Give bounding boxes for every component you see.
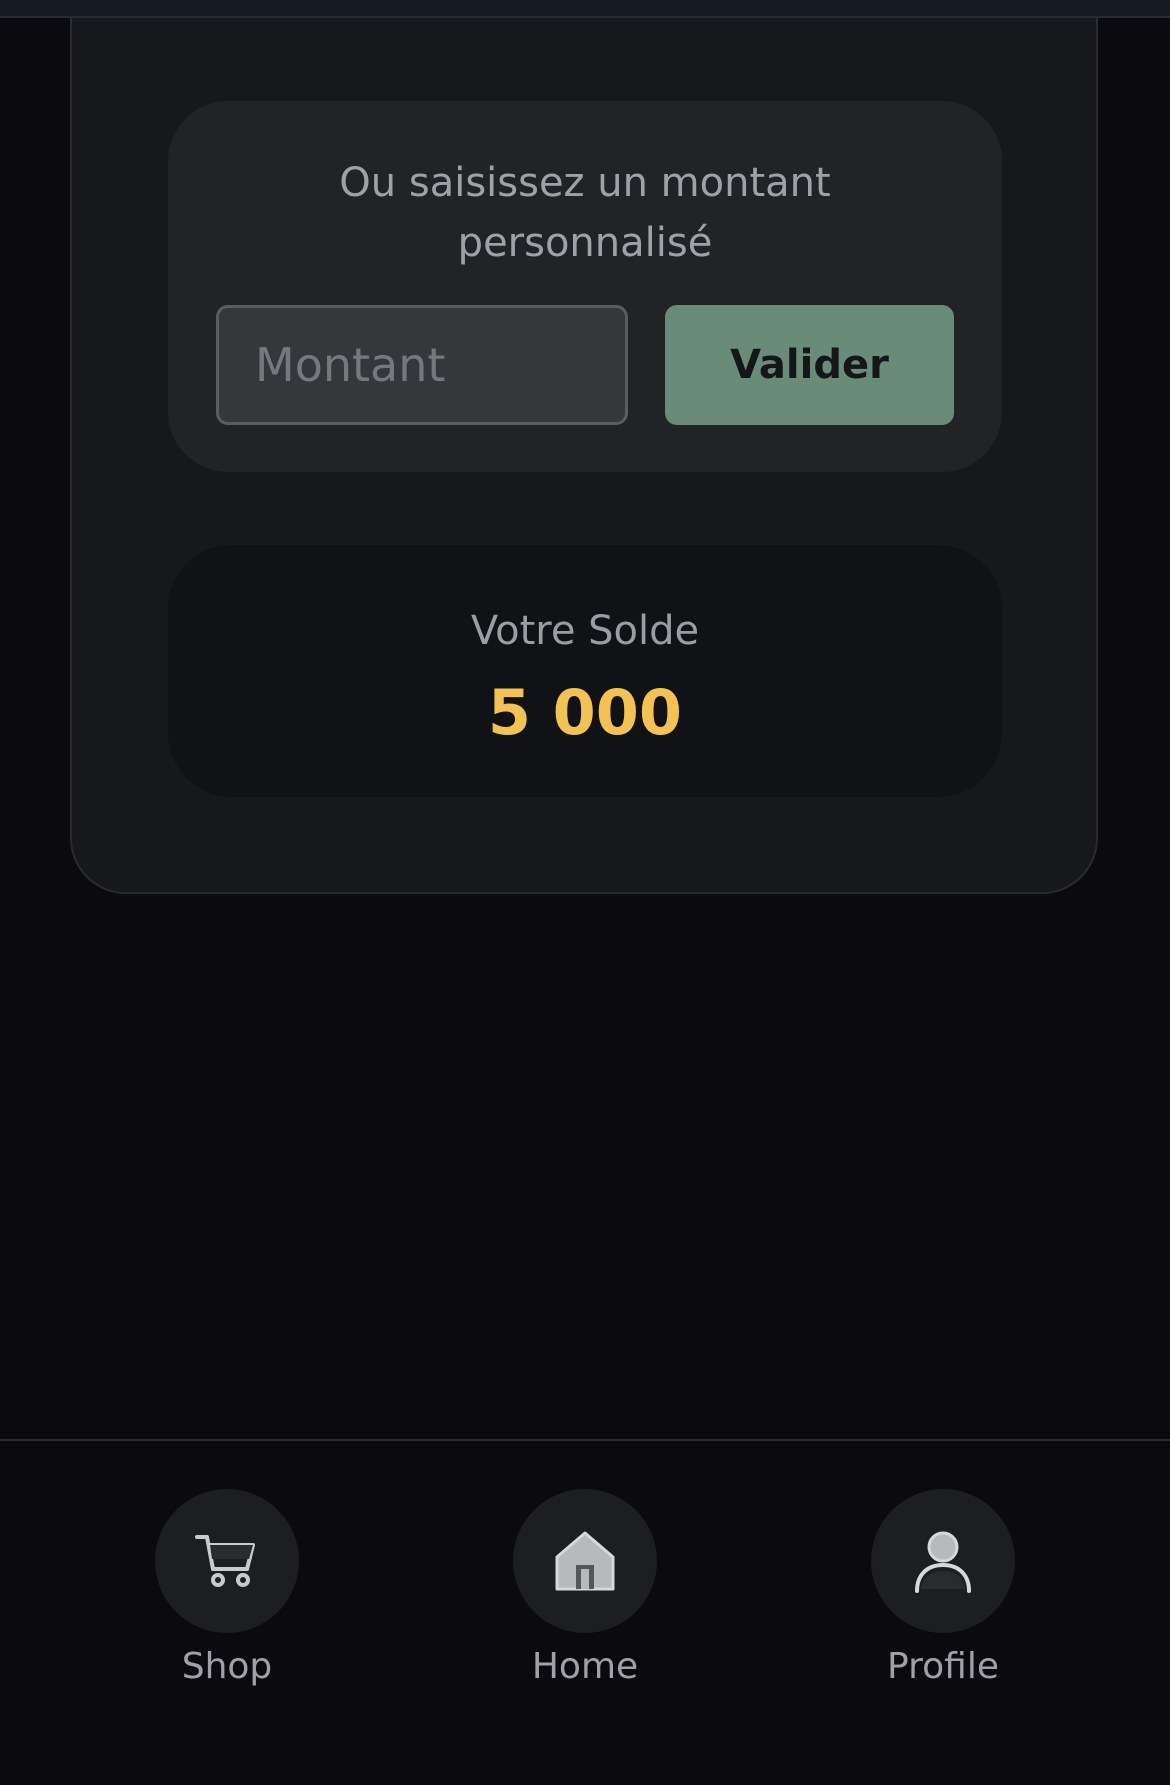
custom-amount-panel: Ou saisissez un montant personnalisé Val… [168, 101, 1002, 472]
page: Ou saisissez un montant personnalisé Val… [0, 0, 1170, 1785]
custom-amount-prompt-line2: personnalisé [457, 220, 713, 266]
amount-input[interactable] [216, 305, 628, 425]
balance-label: Votre Solde [470, 608, 700, 654]
nav-label-profile: Profile [887, 1646, 999, 1687]
nav-label-shop: Shop [181, 1646, 273, 1687]
cart-icon [155, 1489, 299, 1633]
custom-amount-prompt: Ou saisissez un montant personnalisé [168, 153, 1002, 273]
nav-item-home[interactable]: Home [475, 1489, 695, 1709]
nav-item-profile[interactable]: Profile [833, 1489, 1053, 1709]
nav-label-home: Home [531, 1646, 639, 1687]
balance-value: 5 000 [487, 676, 683, 749]
bottom-nav: Shop Home Profile [0, 1441, 1170, 1785]
home-icon [513, 1489, 657, 1633]
validate-button[interactable]: Valider [665, 305, 954, 425]
top-bar [0, 0, 1170, 18]
custom-amount-prompt-line1: Ou saisissez un montant [339, 160, 831, 206]
nav-item-shop[interactable]: Shop [117, 1489, 337, 1709]
user-icon [871, 1489, 1015, 1633]
balance-panel: Votre Solde 5 000 [168, 545, 1002, 797]
